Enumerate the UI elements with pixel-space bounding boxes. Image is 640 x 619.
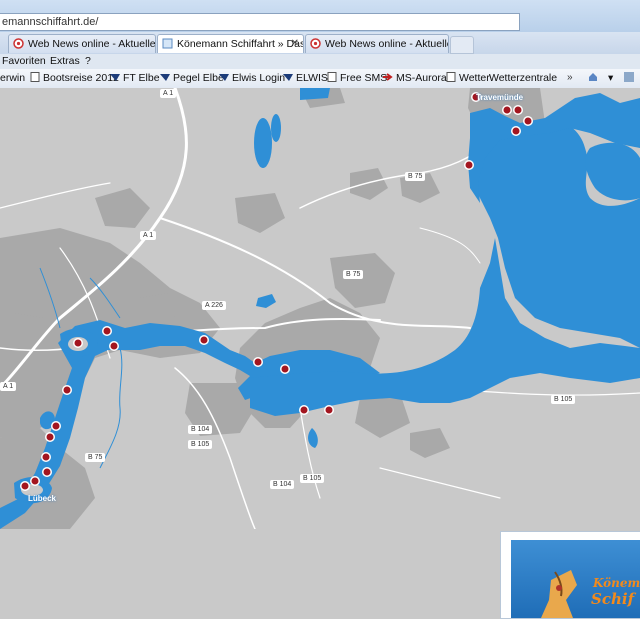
logo-text-line2: Schif <box>591 590 635 608</box>
road-label-a1-west: A 1 <box>0 382 17 391</box>
company-logo: Könem Schif <box>511 540 640 618</box>
wsv-logo-icon <box>283 70 293 81</box>
home-dropdown-button[interactable]: ▾ <box>608 69 613 87</box>
home-icon <box>588 70 598 81</box>
menu-bar: Favoriten Extras ? <box>0 54 640 69</box>
road-label-a226: A 226 <box>202 301 226 310</box>
favorite-elwis-login[interactable]: Elwis Login <box>219 69 285 87</box>
favorite-wetterzentrale[interactable]: Wetterzentrale <box>489 69 557 87</box>
place-label-luebeck: Lübeck <box>28 494 57 503</box>
menu-extras[interactable]: Extras <box>50 54 80 68</box>
road-label-b75-north: B 75 <box>405 172 426 181</box>
road-label-b104-south: B 104 <box>270 480 295 489</box>
address-row: emannschiffahrt.de/ <box>0 0 640 32</box>
road-label-a1-north: A 1 <box>160 89 177 98</box>
ie-page-icon <box>310 37 321 49</box>
road-label-b75-mid: B 75 <box>343 270 364 279</box>
road-label-b105-east: B 105 <box>551 395 576 404</box>
menu-help[interactable]: ? <box>85 54 91 68</box>
tab-label: Web News online - Aktuelles - ... <box>28 38 156 50</box>
menu-favoriten[interactable]: Favoriten <box>2 54 46 68</box>
road-label-b75-south: B 75 <box>85 453 106 462</box>
tab-web-news-2[interactable]: Web News online - Aktuelles - ... <box>305 34 449 53</box>
road-label-a1-mid: A 1 <box>140 231 157 240</box>
favorite-free-sms[interactable]: Free SMS <box>327 69 387 87</box>
logo-text-line1: Könem <box>593 576 640 590</box>
tab-koenemann-schiffahrt[interactable]: Könemann Schiffahrt » Das ... ✕ <box>157 34 304 53</box>
wsv-logo-icon <box>219 70 229 81</box>
road-label-b105-south: B 105 <box>300 474 325 483</box>
home-button[interactable] <box>588 69 601 87</box>
road-label-b104-west: B 104 <box>188 425 213 434</box>
browser-chrome: emannschiffahrt.de/ Web News online - Ak… <box>0 0 640 89</box>
chevron-down-icon: ▾ <box>608 72 614 84</box>
map-canvas <box>0 88 640 529</box>
new-tab-button[interactable] <box>450 36 474 54</box>
address-bar[interactable]: emannschiffahrt.de/ <box>0 13 520 31</box>
favorite-pegel-elbe[interactable]: Pegel Elbe <box>160 69 224 87</box>
favorite-wetter[interactable]: Wetter <box>446 69 490 87</box>
close-icon[interactable]: ✕ <box>291 35 299 53</box>
feed-icon <box>624 70 634 82</box>
feeds-button[interactable] <box>624 69 637 87</box>
logo-panel: Könem Schif <box>500 531 640 619</box>
map[interactable]: A 1 B 75 A 1 B 75 A 226 B 104 B 105 B 75… <box>0 88 640 619</box>
place-label-travemuende: Travemünde <box>476 93 524 102</box>
tab-web-news-1[interactable]: Web News online - Aktuelles - ... <box>8 34 156 53</box>
page-icon <box>327 70 337 82</box>
favorite-bootsreise[interactable]: Bootsreise 2012 <box>30 69 119 87</box>
road-label-b105-west: B 105 <box>188 440 213 449</box>
tab-strip: Web News online - Aktuelles - ... Könema… <box>0 32 640 54</box>
tab-label: Könemann Schiffahrt » Das ... <box>177 38 304 50</box>
arrow-icon <box>383 70 393 81</box>
wsv-logo-icon <box>110 70 120 81</box>
ie-page-icon <box>13 37 24 49</box>
favorite-erwin[interactable]: erwin <box>0 69 25 87</box>
page-icon <box>30 70 40 82</box>
favorites-bar: erwin Bootsreise 2012 FT Elbe Pegel Elbe… <box>0 69 640 88</box>
favorites-overflow-button[interactable]: » <box>567 69 573 87</box>
favorite-elwis[interactable]: ELWIS <box>283 69 328 87</box>
favorite-ft-elbe[interactable]: FT Elbe <box>110 69 160 87</box>
page-icon <box>446 70 456 82</box>
wsv-logo-icon <box>160 70 170 81</box>
tab-label: Web News online - Aktuelles - ... <box>325 38 448 50</box>
favorite-ms-aurora[interactable]: MS-Aurora <box>383 69 447 87</box>
ie-page-icon <box>162 37 173 49</box>
